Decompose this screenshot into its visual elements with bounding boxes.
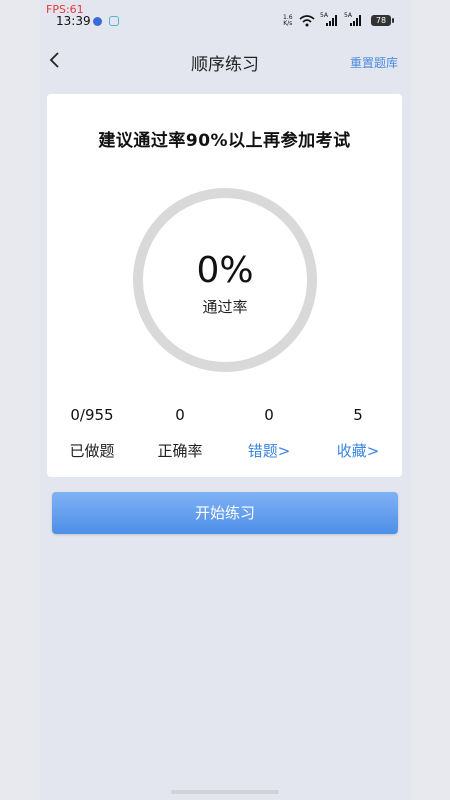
wifi-icon	[299, 15, 315, 27]
stats-row: 0/955 已做题 0 正确率 0 错题> 5 收藏>	[47, 406, 402, 466]
network-speed-unit: K/s	[283, 20, 293, 27]
status-bar: 13:39 1.6 K/s 5A 5A 78	[40, 12, 410, 32]
pass-rate-ring: 0% 通过率	[133, 188, 317, 372]
progress-card: 建议通过率90%以上再参加考试 0% 通过率 0/955 已做题 0 正确率 0…	[47, 94, 402, 477]
pass-rate-advice: 建议通过率90%以上再参加考试	[98, 131, 351, 151]
reset-question-bank-button[interactable]: 重置题库	[350, 54, 398, 71]
stat-accuracy-label: 正确率	[157, 442, 203, 460]
battery-tip	[392, 18, 394, 23]
start-practice-button[interactable]: 开始练习	[52, 492, 398, 534]
wrong-questions-link[interactable]: 错题>	[224, 440, 314, 461]
pass-rate-value: 0%	[196, 250, 254, 291]
status-time: 13:39	[56, 14, 91, 28]
stat-wrong[interactable]: 0 错题>	[224, 406, 314, 461]
pass-rate-label: 通过率	[202, 298, 248, 316]
stat-accuracy: 0 正确率	[135, 406, 225, 461]
message-notification-icon	[109, 16, 119, 26]
favorites-link[interactable]: 收藏>	[313, 440, 403, 461]
battery-icon: 78	[371, 15, 391, 26]
network-speed: 1.6 K/s	[283, 15, 293, 27]
stat-done: 0/955 已做题	[47, 406, 137, 461]
cell-signal-2: 5A	[344, 12, 366, 26]
home-indicator[interactable]	[171, 790, 279, 794]
app-notification-icon	[93, 17, 102, 26]
stat-wrong-value: 0	[264, 406, 274, 424]
app-screen: FPS:61 13:39 1.6 K/s 5A 5A 78 顺序练习 重置题库 …	[40, 0, 410, 800]
signal-bars-icon	[326, 15, 337, 26]
stat-accuracy-value: 0	[175, 406, 185, 424]
cell-signal-1: 5A	[320, 12, 342, 26]
nav-bar: 顺序练习 重置题库	[40, 42, 410, 78]
signal-bars-icon	[350, 15, 361, 26]
stat-done-value: 0/955	[70, 406, 114, 424]
stat-done-label: 已做题	[69, 442, 115, 460]
stat-favorites[interactable]: 5 收藏>	[313, 406, 403, 461]
stat-favorites-value: 5	[353, 406, 363, 424]
